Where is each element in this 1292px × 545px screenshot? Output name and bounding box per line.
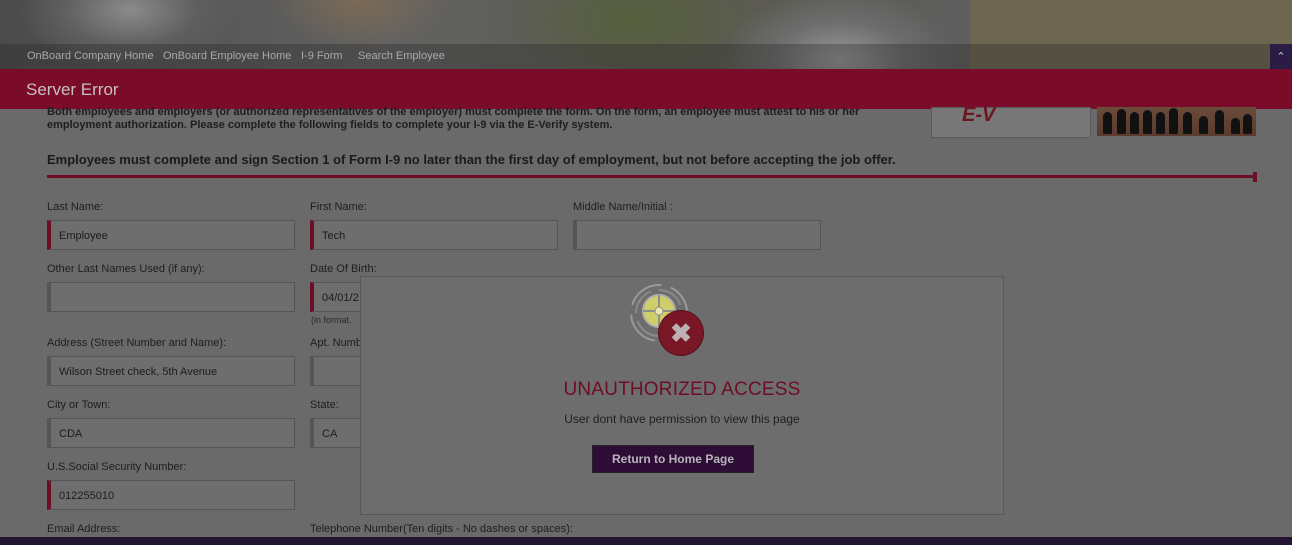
dialog-message: User dont have permission to view this p… [564,412,800,426]
nav-search-employee[interactable]: Search Employee [358,50,445,62]
error-icon: ✖ [659,311,703,355]
middle-name-input[interactable] [573,220,821,250]
nav-company-home[interactable]: OnBoard Company Home [27,50,154,62]
nav-i9-form[interactable]: I-9 Form [301,50,343,62]
dob-label: Date Of Birth: [310,263,377,275]
footer-bar [0,537,1292,545]
people-banner-image [1097,107,1256,136]
other-last-names-label: Other Last Names Used (if any): [47,263,205,275]
address-label: Address (Street Number and Name): [47,337,227,349]
divider-cap [1253,172,1257,182]
city-input[interactable]: CDA [47,418,295,448]
dialog-title: UNAUTHORIZED ACCESS [563,379,801,400]
chevron-up-icon: ⌃ [1276,51,1286,63]
middle-name-label: Middle Name/Initial : [573,201,673,213]
intro-text: Both employees and employers (or authori… [47,106,860,131]
ssn-input[interactable]: 012255010 [47,480,295,510]
last-name-label: Last Name: [47,201,104,213]
email-label: Email Address: [47,523,121,535]
section-deadline-notice: Employees must complete and sign Section… [47,152,896,167]
other-last-names-input[interactable] [47,282,295,312]
title-bar: Server Error [0,69,1292,109]
city-label: City or Town: [47,399,111,411]
state-label: State: [310,399,339,411]
first-name-label: First Name: [310,201,367,213]
page-title: Server Error [26,80,119,99]
divider [47,175,1255,178]
everify-logo: E-V [931,104,1091,138]
dob-format-hint: (in format. [311,315,352,325]
nav-employee-home[interactable]: OnBoard Employee Home [163,50,291,62]
return-home-button[interactable]: Return to Home Page [592,445,754,473]
error-dialog: ✖ UNAUTHORIZED ACCESS User dont have per… [360,276,1004,515]
everify-logo-text: E-V [962,104,996,126]
phone-label: Telephone Number(Ten digits - No dashes … [310,523,573,535]
ssn-label: U.S.Social Security Number: [47,461,187,473]
top-navigation: OnBoard Company Home OnBoard Employee Ho… [0,44,1270,70]
address-input[interactable]: Wilson Street check, 5th Avenue [47,356,295,386]
last-name-input[interactable]: Employee [47,220,295,250]
first-name-input[interactable]: Tech [310,220,558,250]
collapse-button[interactable]: ⌃ [1270,44,1292,70]
apt-number-label: Apt. Numb [310,337,362,349]
